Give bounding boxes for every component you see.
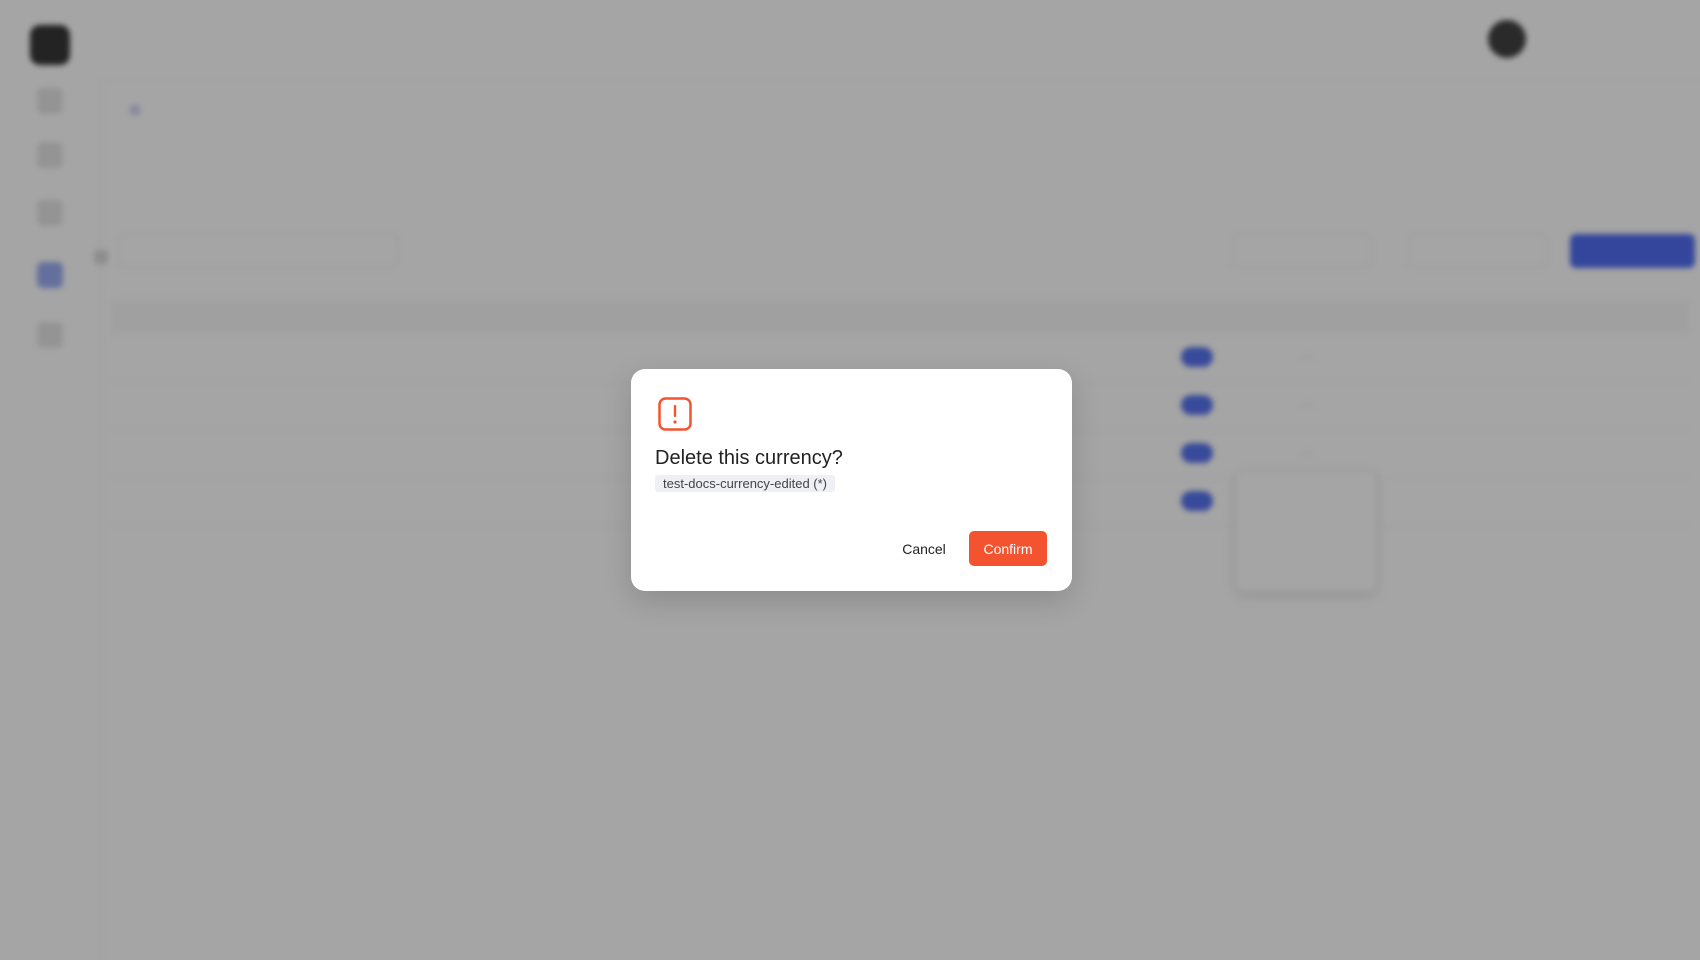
currency-name-tag: test-docs-currency-edited (*) bbox=[655, 475, 835, 492]
warning-icon bbox=[658, 397, 692, 431]
delete-confirm-dialog: Delete this currency? test-docs-currency… bbox=[631, 369, 1072, 591]
cancel-button[interactable]: Cancel bbox=[893, 531, 955, 566]
confirm-button[interactable]: Confirm bbox=[969, 531, 1047, 566]
dialog-title: Delete this currency? bbox=[655, 447, 843, 469]
